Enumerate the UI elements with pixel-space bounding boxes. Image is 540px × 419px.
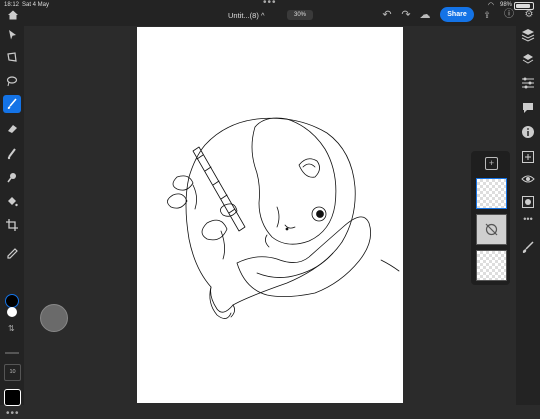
document-title-text: Untit...(8) — [228, 11, 259, 20]
layer-thumbnail-3[interactable] — [476, 250, 507, 281]
left-toolbar: ⇅ 10 ••• — [0, 26, 24, 419]
lasso-tool-icon[interactable] — [3, 72, 21, 90]
select-tool-icon[interactable] — [3, 26, 21, 44]
fill-tool-icon[interactable] — [3, 193, 21, 211]
transform-tool-icon[interactable] — [3, 48, 21, 66]
undo-icon[interactable]: ↶ — [380, 8, 394, 22]
brush-tool-icon[interactable] — [3, 95, 21, 113]
clone-tool-icon[interactable] — [3, 169, 21, 187]
visibility-icon[interactable] — [521, 172, 535, 186]
top-bar: 18:12 Sat 4 May ••• ◠ 98% Untit...(8) ^ … — [0, 0, 540, 26]
status-time: 18:12 — [4, 2, 20, 8]
document-canvas[interactable] — [137, 27, 403, 403]
info-icon[interactable] — [521, 125, 535, 139]
multitask-dots-icon[interactable]: ••• — [263, 0, 277, 8]
foreground-color-swatch[interactable] — [5, 294, 19, 308]
brush-panel-icon[interactable] — [521, 241, 535, 255]
help-icon[interactable]: ⓘ — [502, 8, 516, 22]
adjustments-icon[interactable] — [521, 76, 535, 90]
hidden-layer-icon — [485, 223, 498, 236]
share-button[interactable]: Share — [440, 7, 474, 22]
export-icon[interactable]: ⇪ — [480, 8, 494, 22]
smudge-tool-icon[interactable] — [3, 145, 21, 163]
document-title[interactable]: Untit...(8) ^ — [228, 11, 264, 20]
line-art-illustration — [167, 117, 400, 319]
zoom-level[interactable]: 30% — [287, 10, 313, 20]
eyedropper-tool-icon[interactable] — [3, 245, 21, 263]
swap-colors-icon[interactable]: ⇅ — [8, 324, 15, 333]
eraser-tool-icon[interactable] — [3, 120, 21, 138]
add-layer-icon[interactable] — [521, 150, 535, 164]
brush-size-value[interactable]: 10 — [4, 364, 21, 381]
home-icon[interactable] — [7, 9, 19, 21]
right-toolbar: ••• — [516, 26, 540, 405]
opacity-swatch[interactable] — [4, 389, 21, 406]
size-slider[interactable] — [5, 352, 19, 354]
more-options-icon[interactable]: ••• — [6, 408, 20, 419]
add-layer-icon[interactable]: + — [485, 157, 498, 170]
comments-icon[interactable] — [521, 101, 535, 115]
settings-icon[interactable]: ⚙ — [522, 8, 536, 22]
layers-panel: + — [471, 151, 510, 285]
layers-icon[interactable] — [521, 28, 535, 42]
more-icon[interactable]: ••• — [521, 214, 535, 228]
layer-stack-icon[interactable] — [521, 52, 535, 66]
layer-thumbnail-2[interactable] — [476, 214, 507, 245]
crop-tool-icon[interactable] — [3, 216, 21, 234]
mask-icon[interactable] — [521, 195, 535, 209]
background-color-swatch[interactable] — [7, 307, 17, 317]
redo-icon[interactable]: ↷ — [399, 8, 413, 22]
cloud-icon[interactable]: ☁ — [418, 8, 432, 22]
layer-thumbnail-1[interactable] — [476, 178, 507, 209]
touch-shortcut-button[interactable] — [40, 304, 68, 332]
chevron-up-icon: ^ — [260, 11, 265, 20]
status-date: Sat 4 May — [22, 2, 50, 8]
